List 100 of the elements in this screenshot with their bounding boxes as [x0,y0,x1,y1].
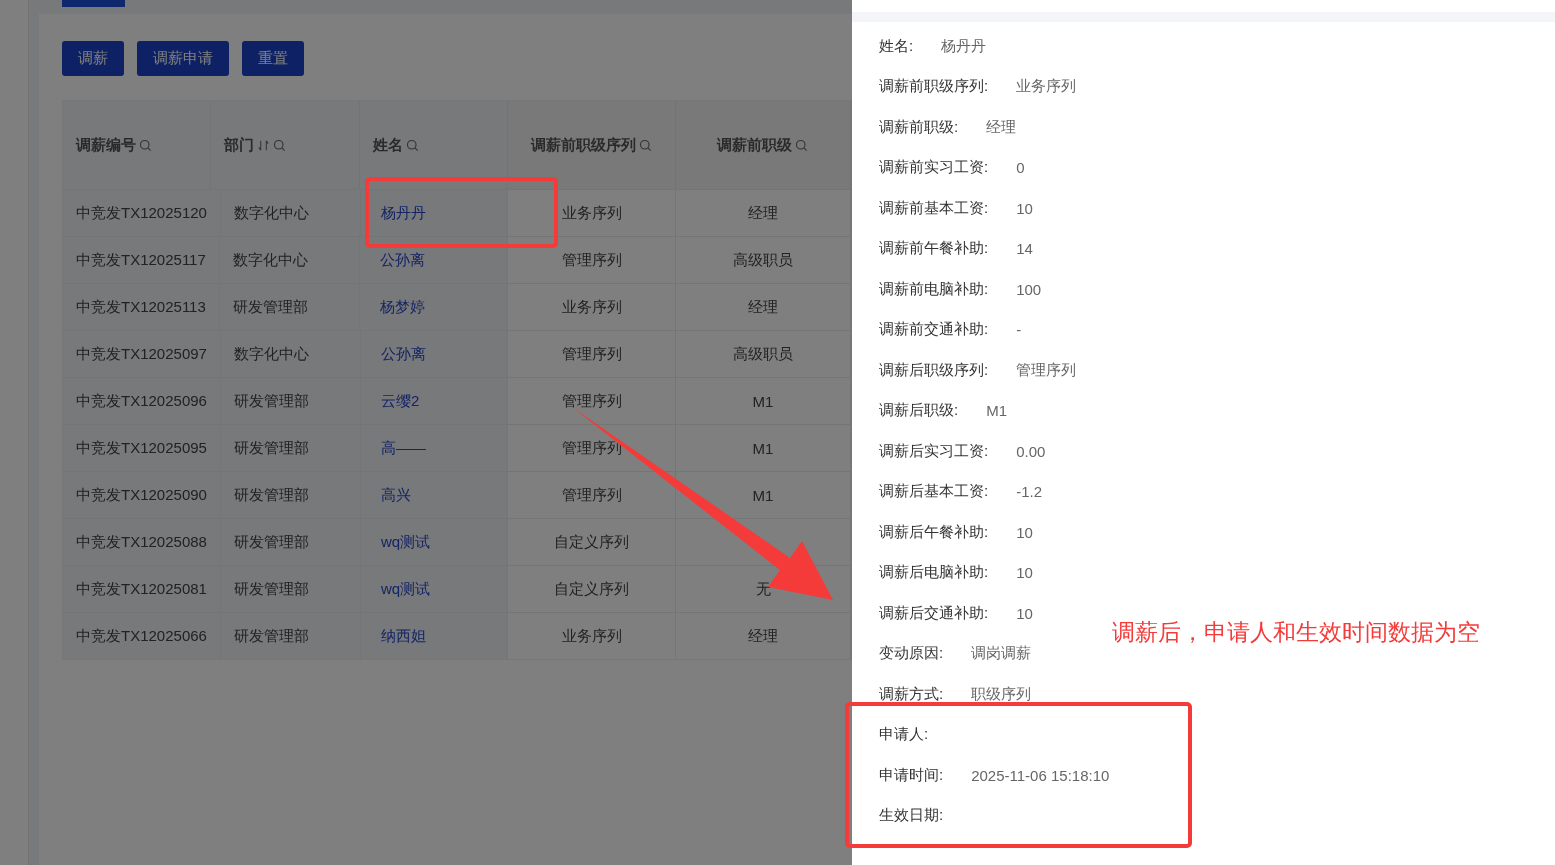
field-value: 10 [1016,564,1033,582]
table-cell: 管理序列 [561,250,622,270]
table-cell: 中竞发TX12025095 [76,438,207,458]
table-cell: 经理 [748,203,778,223]
field-value: 0.00 [1016,442,1046,460]
name-link[interactable]: 纳西妲 [380,626,426,646]
table-cell: M1 [752,486,774,504]
field-label: 姓名: [879,36,914,56]
field-label: 调薪前交通补助: [879,320,989,340]
table-cell: 中竞发TX12025097 [76,344,207,364]
table-cell: 研发管理部 [233,485,309,505]
field-label: 生效日期: [879,806,944,826]
active-tab-indicator [62,0,125,7]
field-label: 变动原因: [879,644,944,664]
table-cell: 管理序列 [561,485,622,505]
field-label: 调薪前电脑补助: [879,279,989,299]
field-value: 10 [1016,604,1033,622]
table-cell: 管理序列 [561,344,622,364]
toolbar-button[interactable]: 调薪申请 [137,41,229,76]
field-label: 调薪前午餐补助: [879,239,989,259]
table-cell: M1 [752,392,774,410]
field-label: 申请时间: [879,765,944,785]
table-cell: 中竞发TX12025066 [76,626,207,646]
table-cell: 中竞发TX12025113 [76,297,206,317]
search-icon[interactable] [405,138,419,152]
search-icon[interactable] [273,138,287,152]
table-cell: 中竞发TX12025081 [76,579,207,599]
field-value: 管理序列 [1016,360,1077,380]
field-value: -1.2 [1016,483,1043,501]
field-label: 调薪后职级序列: [879,360,989,380]
column-header: 调薪编号 [76,135,136,155]
name-link[interactable]: 杨丹丹 [380,203,426,223]
field-label: 调薪前基本工资: [879,198,989,218]
table-cell: 研发管理部 [233,579,309,599]
table-cell: 中竞发TX12025096 [76,391,207,411]
table-cell: 研发管理部 [233,626,309,646]
table-cell: 经理 [748,626,778,646]
table-cell: 高级职员 [733,344,793,364]
annotation-text: 调薪后，申请人和生效时间数据为空 [1112,618,1480,647]
field-value: 10 [1016,523,1033,541]
table-cell: 中竞发TX12025120 [76,203,207,223]
table-cell: 研发管理部 [233,438,309,458]
field-value: 10 [1016,199,1033,217]
field-value: 杨丹丹 [941,36,987,56]
table-cell: 高级职员 [733,250,793,270]
table-cell: 经理 [748,297,778,317]
toolbar-button[interactable]: 重置 [242,41,304,76]
table-cell: 无 [755,579,771,599]
sort-icon[interactable] [257,138,271,152]
name-link[interactable]: 杨梦婷 [380,297,426,317]
column-header: 调薪前职级序列 [531,135,636,155]
table-cell: 中竞发TX12025117 [76,250,206,270]
search-icon[interactable] [795,138,809,152]
field-label: 调薪前实习工资: [879,158,989,178]
field-value: 调岗调薪 [971,644,1032,664]
field-value: 0 [1016,159,1025,177]
field-label: 调薪后电脑补助: [879,563,989,583]
table-cell: 研发管理部 [232,297,308,317]
field-label: 调薪后实习工资: [879,441,989,461]
table-cell: 管理序列 [561,391,622,411]
field-label: 调薪后职级: [879,401,959,421]
field-value: M1 [986,402,1007,420]
table-cell: 研发管理部 [233,532,309,552]
field-value: 业务序列 [1016,77,1077,97]
field-label: 调薪后交通补助: [879,603,989,623]
name-link[interactable]: wq测试 [380,532,431,552]
table-cell: 业务序列 [561,626,622,646]
field-label: 调薪前职级: [879,117,959,137]
table-cell: 数字化中心 [232,250,308,270]
column-header: 姓名 [372,135,403,155]
field-value: 14 [1016,240,1033,258]
table-cell: 业务序列 [561,203,622,223]
field-value: 经理 [986,117,1017,137]
name-link[interactable]: 公孙离 [380,250,426,270]
toolbar-button[interactable]: 调薪 [62,41,124,76]
field-value: - [1016,321,1022,339]
name-link[interactable]: 云缨2 [380,391,420,411]
table-cell: 研发管理部 [233,391,309,411]
table-cell: 自定义序列 [554,579,629,599]
field-label: 调薪后午餐补助: [879,522,989,542]
name-link[interactable]: 高兴 [380,485,411,505]
field-label: 调薪方式: [879,684,944,704]
field-label: 调薪后基本工资: [879,482,989,502]
field-value: 2025-11-06 15:18:10 [971,766,1110,784]
table-cell: M1 [752,439,774,457]
name-link[interactable]: 公孙离 [380,344,426,364]
table-cell: 数字化中心 [233,344,309,364]
name-link[interactable]: wq测试 [380,579,431,599]
field-label: 申请人: [879,725,929,745]
table-cell: 中竞发TX12025090 [76,485,207,505]
column-header: 调薪前职级 [717,135,793,155]
table-cell: 数字化中心 [233,203,309,223]
table-cell: 业务序列 [561,297,622,317]
table-cell: 中竞发TX12025088 [76,532,207,552]
field-value: 职级序列 [971,684,1032,704]
search-icon[interactable] [639,138,652,152]
search-icon[interactable] [139,138,152,152]
name-link[interactable]: 高—— [380,438,426,458]
column-header: 部门 [224,135,255,155]
table-cell: 自定义序列 [554,532,629,552]
